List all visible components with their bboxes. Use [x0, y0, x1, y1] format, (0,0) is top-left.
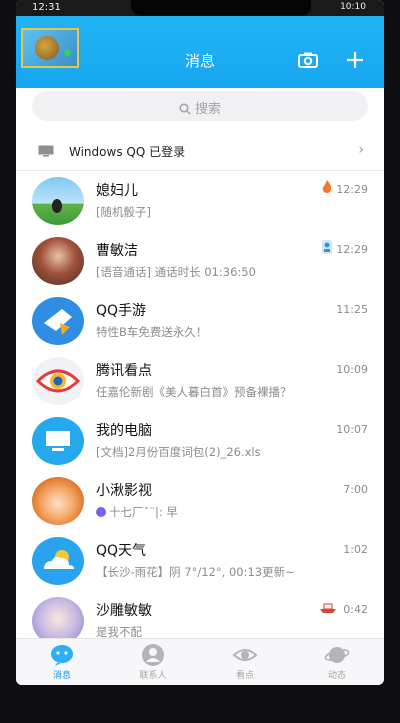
tab-label: 看点 — [235, 671, 254, 681]
tab-label: 联系人 — [139, 671, 167, 681]
tab-contacts[interactable]: 联系人 — [113, 643, 193, 681]
avatar — [32, 237, 84, 285]
last-message: [随机骰子] — [96, 205, 151, 219]
last-message: [文档]2月份百度词包(2)_26.xls — [96, 445, 261, 459]
bottom-tab-bar: 消息 联系人 看点 动态 — [16, 638, 384, 685]
avatar — [32, 297, 84, 345]
message-time: 10:07 — [336, 423, 368, 436]
eye-tab-icon — [232, 649, 258, 661]
contact-name: 我的电脑 — [96, 423, 152, 439]
message-time: 0:42 — [343, 603, 368, 616]
pc-login-text: Windows QQ 已登录 — [69, 145, 186, 159]
message-time: 1:02 — [343, 543, 368, 556]
last-message-text: 十七厂ˇ¨|: 早 — [109, 505, 178, 519]
phone-screen: 12:31 10:10 消息 搜索 Windows QQ 已登录 › 媳妇儿 [… — [16, 0, 384, 685]
eye-icon — [35, 369, 81, 393]
last-message: 任嘉伦新剧《美人暮白首》预备裸播？ — [96, 385, 292, 399]
contact-name: 曹敏洁 — [96, 243, 138, 259]
conversation-row[interactable]: 我的电脑 [文档]2月份百度词包(2)_26.xls 10:07 — [16, 411, 384, 471]
pc-login-notice[interactable]: Windows QQ 已登录 › — [16, 132, 384, 170]
messages-tab-icon — [51, 645, 73, 666]
conversation-row[interactable]: 小湫影视 十七厂ˇ¨|: 早 7:00 — [16, 471, 384, 531]
contact-name: 小湫影视 — [96, 483, 152, 499]
last-message: 特性B车免费送永久！ — [96, 325, 208, 339]
penguin-figure — [52, 199, 62, 213]
status-right-time: 10:10 — [340, 2, 366, 12]
avatar — [32, 477, 84, 525]
my-avatar[interactable] — [21, 28, 79, 68]
message-time: 11:25 — [336, 303, 368, 316]
conversation-row[interactable]: 曹敏洁 [语音通话] 通话时长 01:36:50 12:29 — [16, 231, 384, 291]
status-time: 12:31 — [32, 2, 61, 13]
flame-badge-icon — [322, 180, 332, 193]
avatar — [32, 417, 84, 465]
computer-icon — [38, 145, 54, 157]
camera-notch — [131, 0, 311, 16]
online-status-dot — [64, 49, 71, 56]
conversation-row[interactable]: QQ天气 【长沙-雨花】阴 7°/12°, 00:13更新~ 1:02 — [16, 531, 384, 591]
conversation-row[interactable]: QQ手游 特性B车免费送永久！ 11:25 — [16, 291, 384, 351]
status-bar: 12:31 10:10 — [16, 0, 384, 16]
last-message: 【长沙-雨花】阴 7°/12°, 00:13更新~ — [96, 565, 295, 579]
friend-badge-icon — [322, 240, 332, 254]
tab-activity[interactable]: 动态 — [297, 643, 377, 681]
sender-level-icon — [96, 507, 106, 517]
message-time: 12:29 — [336, 183, 368, 196]
plus-icon[interactable] — [345, 50, 365, 70]
camera-icon[interactable] — [298, 52, 318, 68]
search-input[interactable]: 搜索 — [32, 91, 368, 121]
message-time: 7:00 — [343, 483, 368, 496]
last-message: [语音通话] 通话时长 01:36:50 — [96, 265, 256, 279]
tab-label: 消息 — [52, 671, 71, 681]
weather-icon — [44, 550, 74, 569]
contacts-tab-icon — [142, 644, 164, 666]
conversation-row[interactable]: 媳妇儿 [随机骰子] 12:29 — [16, 171, 384, 231]
contact-name: 沙雕敏敏 — [96, 603, 152, 619]
tab-messages[interactable]: 消息 — [22, 643, 102, 681]
last-message: 十七厂ˇ¨|: 早 — [96, 504, 178, 520]
message-time: 12:29 — [336, 243, 368, 256]
avatar — [32, 357, 84, 405]
message-time: 10:09 — [336, 363, 368, 376]
chevron-right-icon: › — [358, 142, 364, 158]
tab-watch[interactable]: 看点 — [205, 643, 285, 681]
game-icon — [44, 309, 72, 335]
boat-badge-icon — [320, 603, 336, 613]
contact-name: 腾讯看点 — [96, 363, 152, 379]
avatar — [32, 177, 84, 225]
search-icon — [179, 103, 191, 115]
monitor-icon — [46, 431, 70, 451]
contact-name: 媳妇儿 — [96, 183, 138, 199]
contact-name: QQ天气 — [96, 543, 147, 559]
conversation-row[interactable]: 腾讯看点 任嘉伦新剧《美人暮白首》预备裸播？ 10:09 — [16, 351, 384, 411]
tab-label: 动态 — [327, 671, 346, 681]
planet-tab-icon — [324, 647, 350, 663]
avatar — [32, 537, 84, 585]
contact-name: QQ手游 — [96, 303, 147, 319]
search-placeholder: 搜索 — [194, 102, 221, 117]
my-avatar-image — [35, 36, 59, 60]
